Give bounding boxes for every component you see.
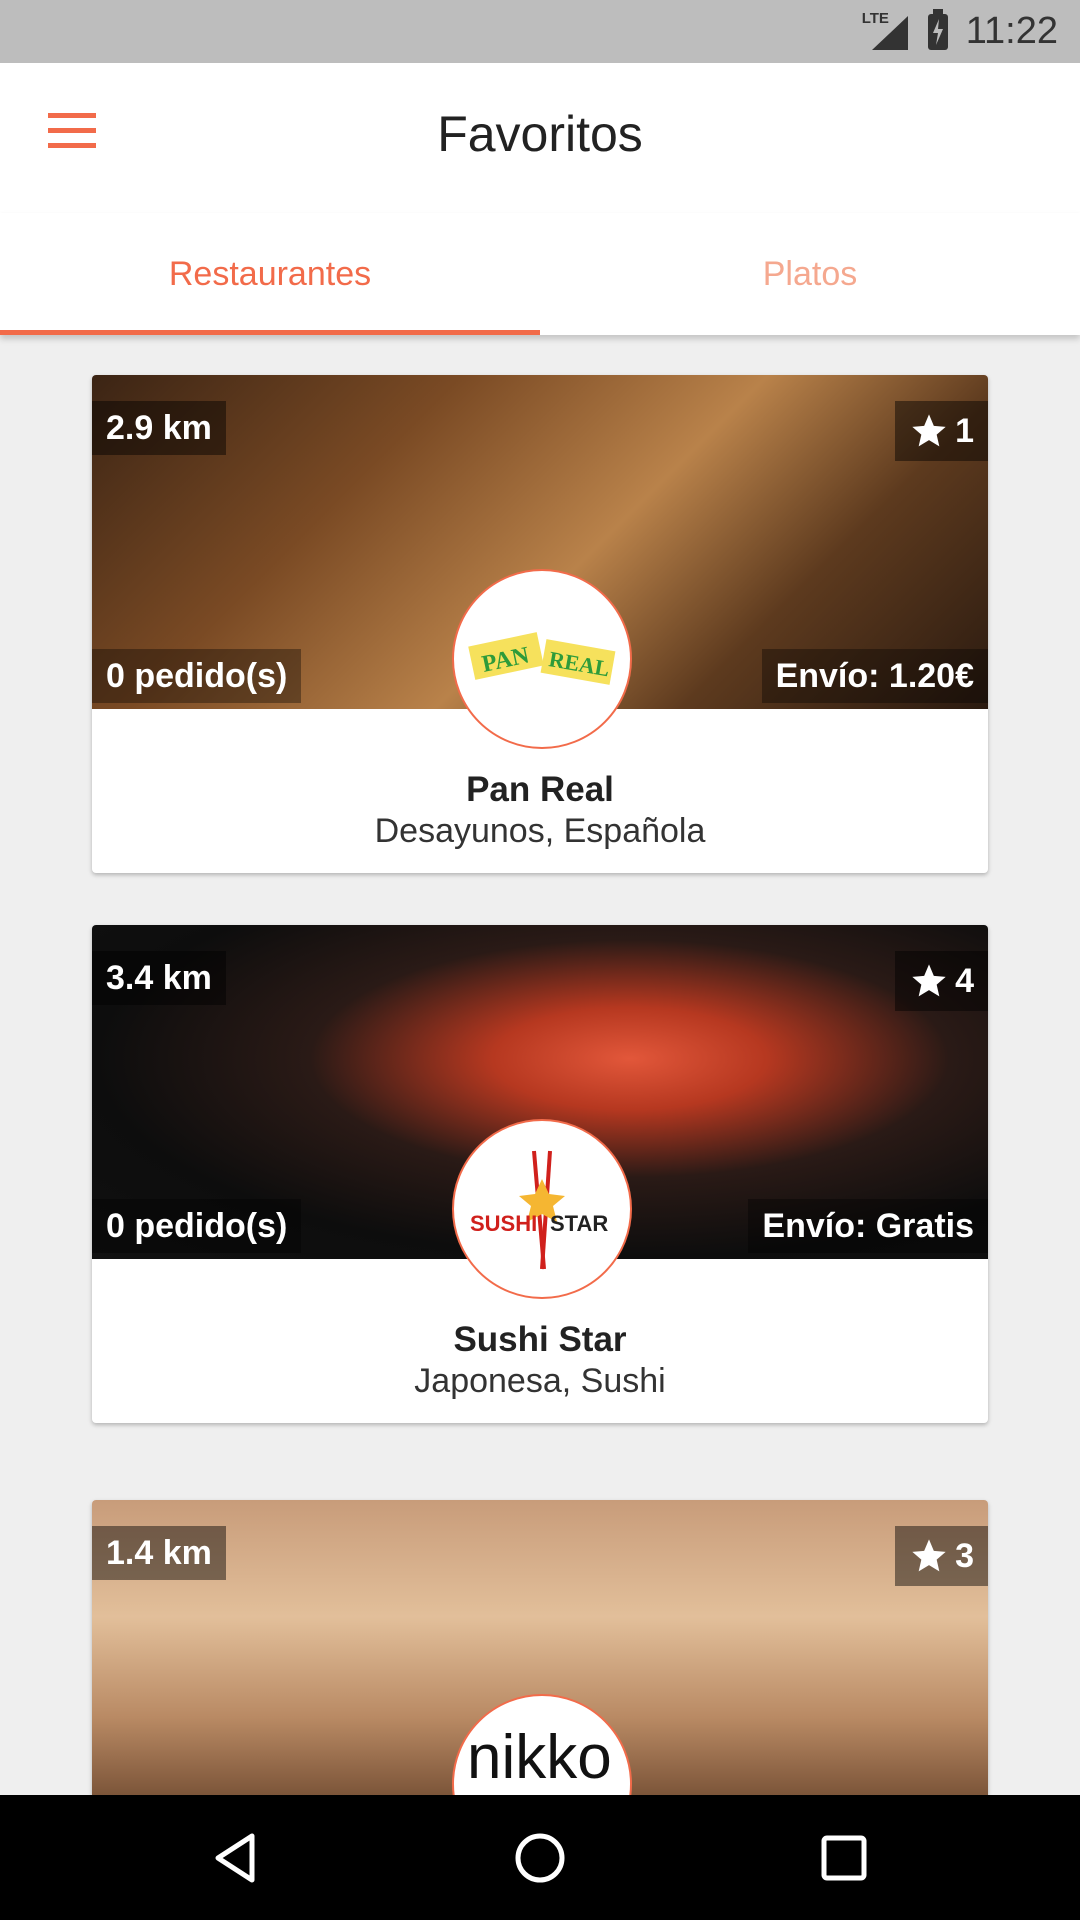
page-title: Favoritos: [437, 106, 643, 162]
distance-badge: 2.9 km: [92, 401, 226, 455]
shipping-cost: Envío: 1.20€: [761, 649, 988, 703]
orders-count: 0 pedido(s): [92, 649, 302, 703]
status-icons: LTE 11:22: [862, 0, 1058, 63]
favorites-list: 2.9 km 1 0 pedido(s) Envío: 1.20€ PAN RE…: [0, 335, 1080, 1795]
signal-icon: LTE: [862, 10, 910, 52]
rating-value: 4: [955, 962, 974, 1000]
tab-bar: Restaurantes Platos: [0, 213, 1080, 335]
orders-count: 0 pedido(s): [92, 1199, 302, 1253]
back-icon[interactable]: [210, 1832, 262, 1884]
star-icon: [912, 414, 946, 447]
system-nav-bar: [0, 1795, 1080, 1920]
rating-value: 1: [955, 412, 974, 450]
rating-badge: 4: [895, 951, 988, 1011]
logo-text: STAR: [550, 1211, 608, 1236]
star-icon: [912, 964, 946, 997]
distance-badge: 1.4 km: [92, 1526, 226, 1580]
logo-text: nikko: [467, 1723, 612, 1786]
tab-restaurantes[interactable]: Restaurantes: [0, 213, 540, 335]
restaurant-logo: SUSHI STAR: [452, 1119, 632, 1299]
shipping-cost: Envío: Gratis: [748, 1199, 988, 1253]
distance-badge: 3.4 km: [92, 951, 226, 1005]
home-icon[interactable]: [514, 1832, 566, 1884]
battery-charging-icon: [927, 8, 948, 50]
restaurant-cuisine: Desayunos, Española: [374, 812, 706, 850]
clock: 11:22: [965, 10, 1058, 52]
logo-text: SUSHI: [470, 1211, 537, 1236]
tab-platos[interactable]: Platos: [540, 213, 1080, 335]
status-bar: LTE 11:22: [0, 0, 1080, 63]
restaurant-name: Pan Real: [466, 770, 614, 809]
restaurant-cuisine: Japonesa, Sushi: [414, 1362, 666, 1400]
restaurant-card[interactable]: 3.4 km 4 0 pedido(s) Envío: Gratis SUSHI…: [92, 925, 988, 1423]
star-icon: [912, 1539, 946, 1572]
rating-badge: 3: [895, 1526, 988, 1586]
rating-badge: 1: [895, 401, 988, 461]
restaurant-name: Sushi Star: [453, 1320, 627, 1359]
app-toolbar: Favoritos: [0, 63, 1080, 213]
restaurant-card[interactable]: 2.9 km 1 0 pedido(s) Envío: 1.20€ PAN RE…: [92, 375, 988, 873]
restaurant-card[interactable]: 1.4 km 3 nikko: [92, 1500, 988, 1795]
rating-value: 3: [955, 1537, 974, 1575]
recents-icon[interactable]: [818, 1832, 870, 1884]
restaurant-logo: PAN REAL: [452, 569, 632, 749]
